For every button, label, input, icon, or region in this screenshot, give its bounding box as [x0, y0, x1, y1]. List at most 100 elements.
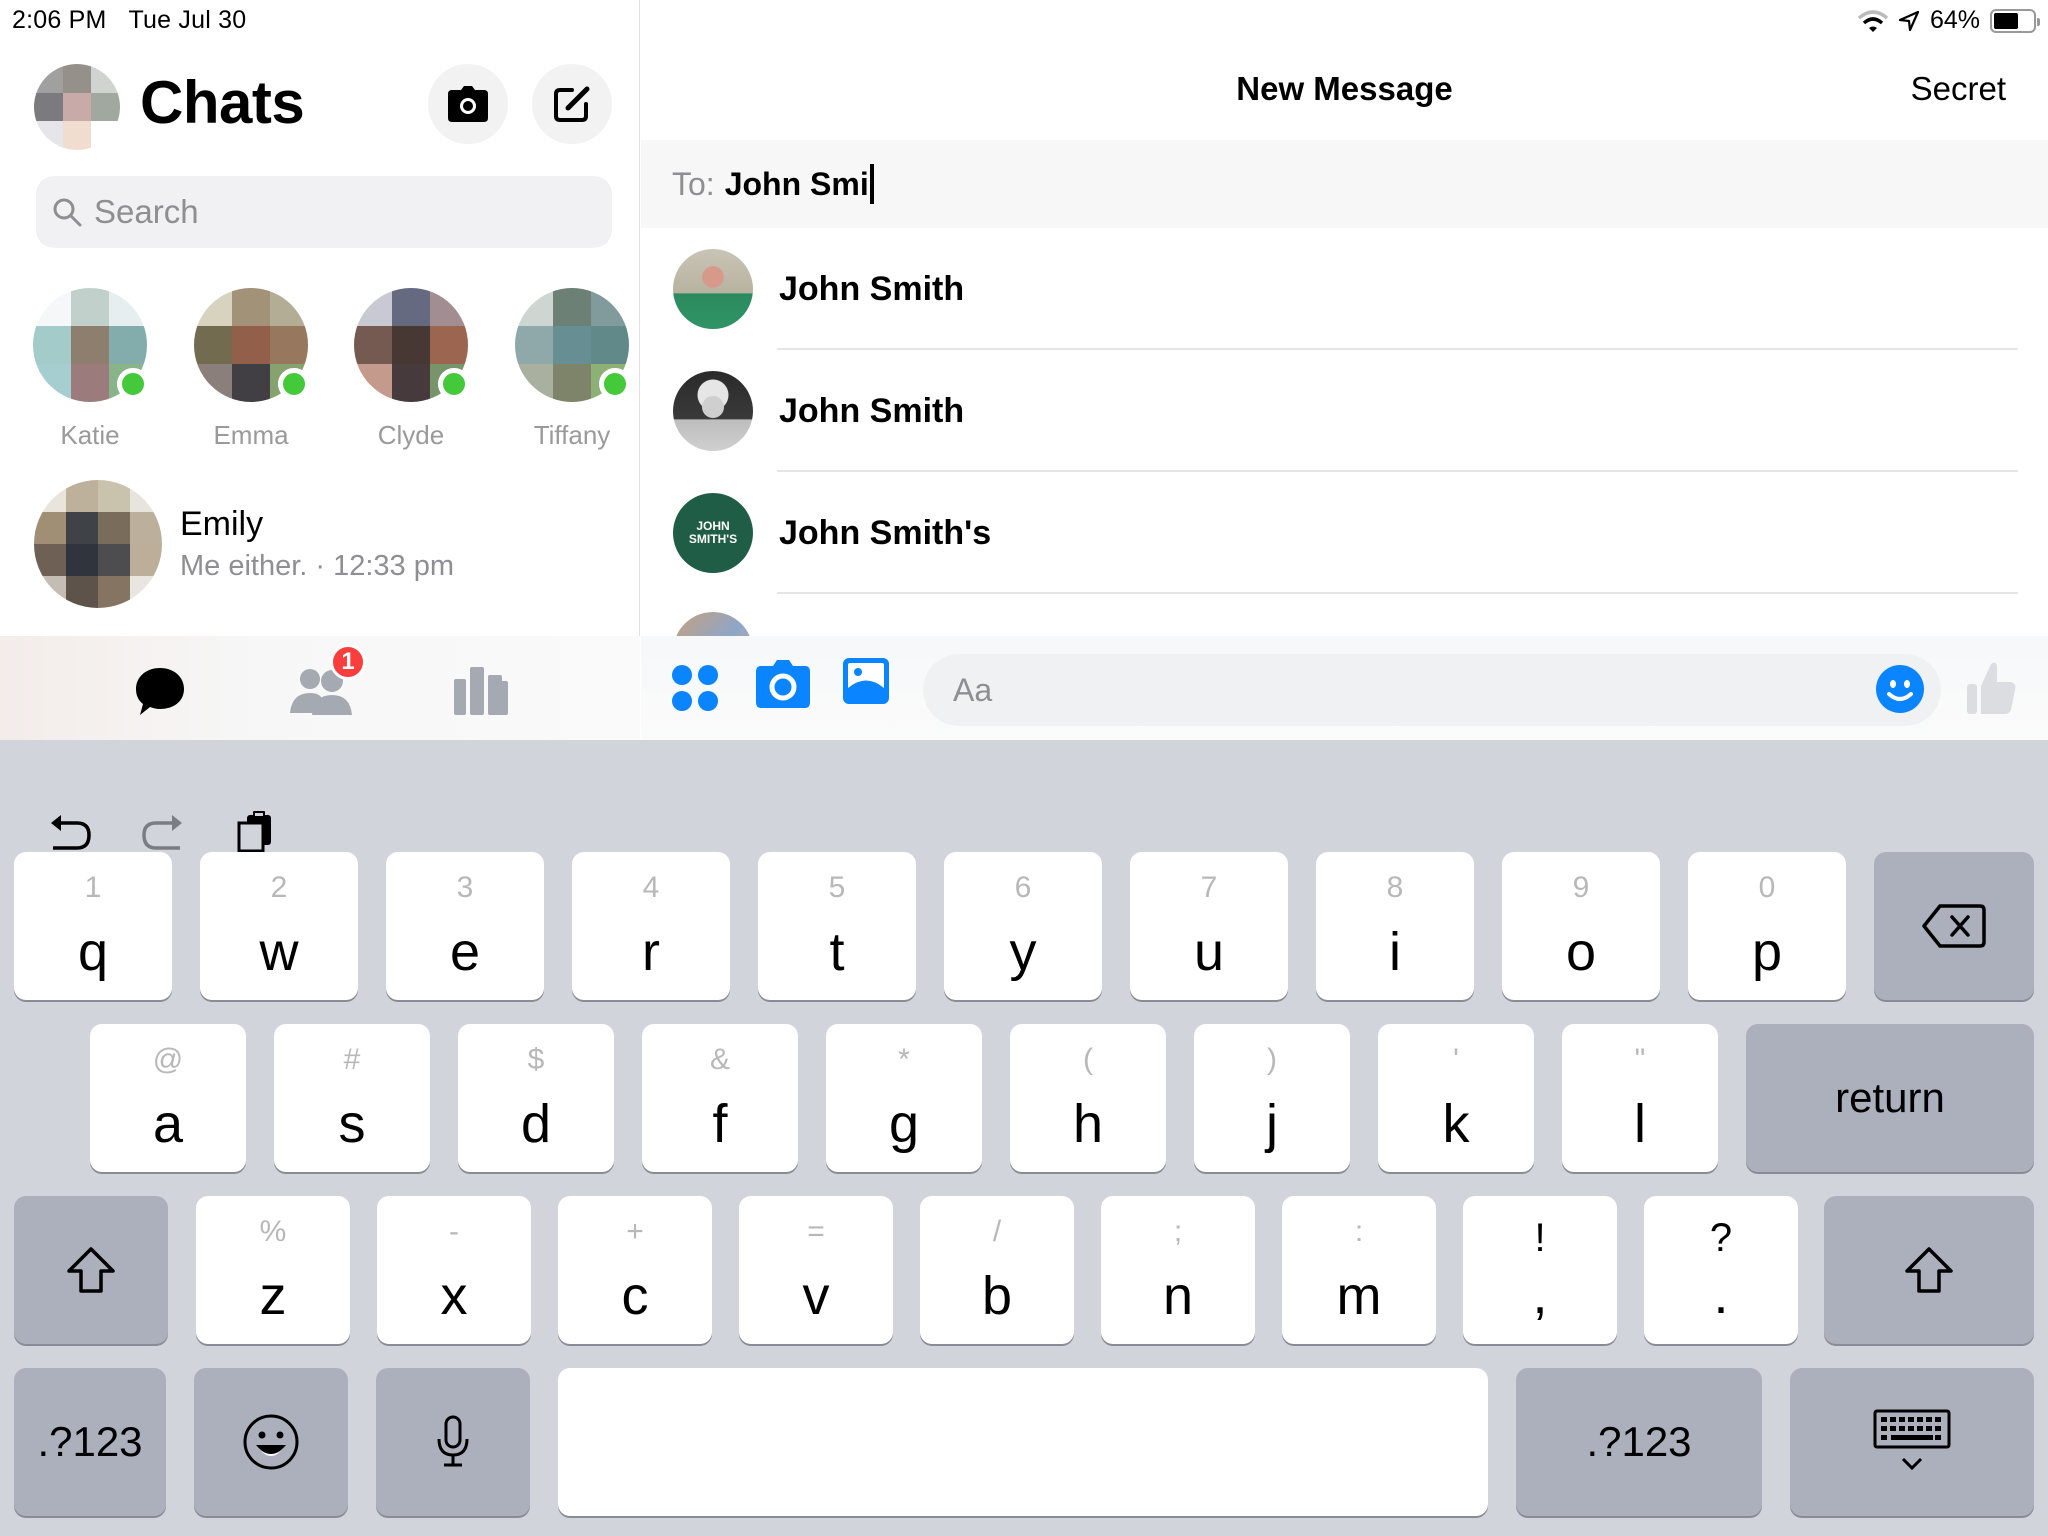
like-button[interactable]: [1967, 660, 2017, 716]
avatar: [515, 288, 631, 402]
shift-key-right[interactable]: [1824, 1196, 2034, 1344]
key-alt-char: 6: [1014, 871, 1032, 904]
key-q[interactable]: 1q: [14, 852, 172, 1000]
avatar-pixel: [34, 92, 63, 122]
search-input[interactable]: Search: [36, 176, 612, 248]
avatar-pixel: [515, 364, 553, 402]
more-apps-button[interactable]: [671, 664, 719, 712]
numbers-key-left[interactable]: .?123: [14, 1368, 166, 1516]
key-i[interactable]: 8i: [1316, 852, 1474, 1000]
key-j[interactable]: ) j: [1194, 1024, 1350, 1172]
key-p[interactable]: 0p: [1688, 852, 1846, 1000]
chat-bubble-icon: [136, 668, 184, 715]
tab-people[interactable]: 1: [286, 644, 366, 726]
key-w[interactable]: 2w: [200, 852, 358, 1000]
avatar-pixel: [66, 512, 98, 544]
recipient-field[interactable]: To: John Smi: [641, 140, 2048, 228]
recipient-input[interactable]: John Smi: [725, 166, 869, 203]
camera-button[interactable]: [428, 64, 508, 144]
key-char: m: [1336, 1266, 1382, 1326]
key-f[interactable]: & f: [642, 1024, 798, 1172]
return-key[interactable]: return: [1746, 1024, 2034, 1172]
space-key[interactable]: [558, 1368, 1488, 1516]
return-label: return: [1835, 1074, 1945, 1121]
key-d[interactable]: $ d: [458, 1024, 614, 1172]
key-c[interactable]: + c: [558, 1196, 712, 1344]
key-u[interactable]: 7u: [1130, 852, 1288, 1000]
search-result[interactable]: John Smith: [673, 228, 2048, 350]
avatar-pixel: [109, 326, 147, 364]
emoji-icon: [243, 1414, 299, 1470]
key-char: g: [888, 1094, 920, 1154]
key-m[interactable]: :m: [1282, 1196, 1436, 1344]
key-x[interactable]: -x: [377, 1196, 531, 1344]
key-o[interactable]: 9o: [1502, 852, 1660, 1000]
key-e[interactable]: 3e: [386, 852, 544, 1000]
key-comma[interactable]: !,: [1463, 1196, 1617, 1344]
key-h[interactable]: (h: [1010, 1024, 1166, 1172]
key-alt-char: *: [898, 1043, 910, 1076]
emoji-key[interactable]: [194, 1368, 348, 1516]
backspace-key[interactable]: [1874, 852, 2034, 1000]
key-char: d: [520, 1094, 552, 1154]
story-item[interactable]: Clyde: [351, 288, 471, 451]
key-b[interactable]: / b: [920, 1196, 1074, 1344]
avatar-pixel: [91, 121, 120, 150]
key-v[interactable]: = v: [739, 1196, 893, 1344]
brand-logo: JOHN SMITH'S: [673, 493, 753, 573]
camera-compose-button[interactable]: [755, 660, 811, 712]
key-alt-char: %: [259, 1215, 287, 1248]
battery-level: [1994, 12, 2019, 29]
compose-button[interactable]: [532, 64, 612, 144]
avatar: [354, 288, 470, 402]
search-result[interactable]: JOHN SMITH'S John Smith's: [673, 472, 2048, 594]
on-screen-keyboard: 1q2w3e4r5t6y7u8i9o0p @ a # s $ d & f * g(h) j ' k " l …: [0, 740, 2048, 1536]
location-icon: [1898, 10, 1920, 31]
dictation-key[interactable]: [376, 1368, 530, 1516]
avatar-pixel: [62, 121, 92, 150]
gallery-button[interactable]: [843, 658, 891, 708]
key-period[interactable]: ?.: [1644, 1196, 1798, 1344]
avatar: [34, 480, 162, 608]
avatar-pixel: [71, 326, 109, 364]
key-y[interactable]: 6y: [944, 852, 1102, 1000]
avatar-pixel: [34, 576, 66, 608]
search-result[interactable]: John Smith: [673, 350, 2048, 472]
message-input[interactable]: Aa: [923, 654, 1941, 726]
key-char: z: [259, 1266, 287, 1326]
search-result-partial[interactable]: [673, 612, 753, 636]
key-r[interactable]: 4r: [572, 852, 730, 1000]
to-label: To:: [672, 165, 715, 202]
conversation-name: Emily: [180, 505, 264, 543]
online-indicator: [438, 368, 470, 400]
key-n[interactable]: ; n: [1101, 1196, 1255, 1344]
secret-button[interactable]: Secret: [1911, 70, 2006, 108]
avatar-pixel: [270, 288, 308, 326]
key-l[interactable]: " l: [1562, 1024, 1718, 1172]
dismiss-keyboard-key[interactable]: [1790, 1368, 2034, 1516]
story-item[interactable]: Emma: [191, 288, 311, 451]
key-s[interactable]: # s: [274, 1024, 430, 1172]
key-char: u: [1193, 922, 1225, 982]
key-alt-char: 9: [1572, 871, 1590, 904]
key-char: b: [981, 1266, 1013, 1326]
avatar-pixel: [109, 288, 147, 326]
conversation-item[interactable]: Emily Me either. · 12:33 pm: [34, 478, 624, 610]
key-g[interactable]: * g: [826, 1024, 982, 1172]
avatar: [194, 288, 310, 402]
story-item[interactable]: Tiffany: [512, 288, 632, 451]
profile-avatar[interactable]: [34, 64, 120, 150]
story-item[interactable]: Katie: [30, 288, 150, 451]
key-t[interactable]: 5t: [758, 852, 916, 1000]
numbers-key-right[interactable]: .?123: [1516, 1368, 1762, 1516]
tab-chats[interactable]: [125, 656, 195, 726]
key-char: h: [1072, 1094, 1104, 1154]
shift-key-left[interactable]: [14, 1196, 168, 1344]
key-alt-char: ;: [1173, 1215, 1183, 1248]
key-a[interactable]: @ a: [90, 1024, 246, 1172]
avatar: [673, 371, 753, 451]
key-k[interactable]: ' k: [1378, 1024, 1534, 1172]
emoji-button[interactable]: [1875, 664, 1925, 714]
key-z[interactable]: % z: [196, 1196, 350, 1344]
tab-discover[interactable]: [446, 656, 516, 726]
